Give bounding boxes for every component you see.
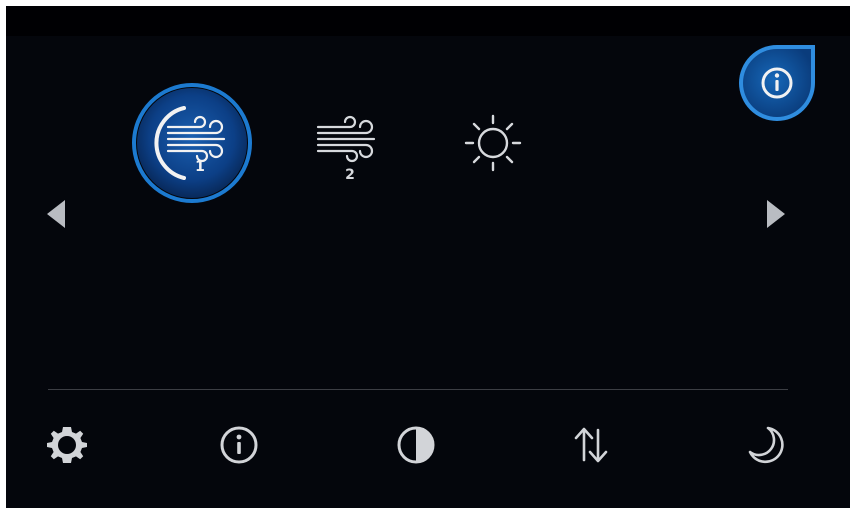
fan-speed-1-selected-badge: 1	[132, 83, 252, 203]
wind-icon	[316, 115, 376, 163]
settings-button[interactable]	[37, 414, 97, 474]
contrast-icon	[397, 426, 435, 464]
mode-fan-speed-2-button[interactable]: 2	[282, 81, 406, 205]
info-button[interactable]	[209, 414, 269, 474]
triangle-right-icon	[767, 200, 785, 228]
sort-button[interactable]	[561, 414, 621, 474]
gear-icon	[47, 427, 87, 463]
sun-icon	[464, 114, 522, 172]
divider	[48, 389, 788, 390]
triangle-left-icon	[47, 200, 65, 228]
moon-icon	[748, 426, 784, 464]
previous-button[interactable]	[42, 194, 72, 234]
info-icon	[739, 45, 815, 121]
corner-info-button[interactable]	[735, 41, 819, 125]
fan-speed-number: 1	[195, 159, 205, 175]
fan-speed-2-badge: 2	[316, 115, 376, 183]
mode-carousel: 1 2	[6, 6, 850, 206]
up-down-arrows-icon	[574, 427, 608, 463]
mode-sunny-button[interactable]	[431, 81, 555, 205]
contrast-button[interactable]	[386, 414, 446, 474]
next-button[interactable]	[760, 194, 790, 234]
fan-speed-number: 2	[345, 167, 355, 183]
info-icon	[220, 426, 258, 464]
device-screen: 1 2	[6, 6, 850, 508]
night-mode-button[interactable]	[736, 414, 796, 474]
mode-fan-speed-1-button[interactable]: 1	[130, 81, 254, 205]
